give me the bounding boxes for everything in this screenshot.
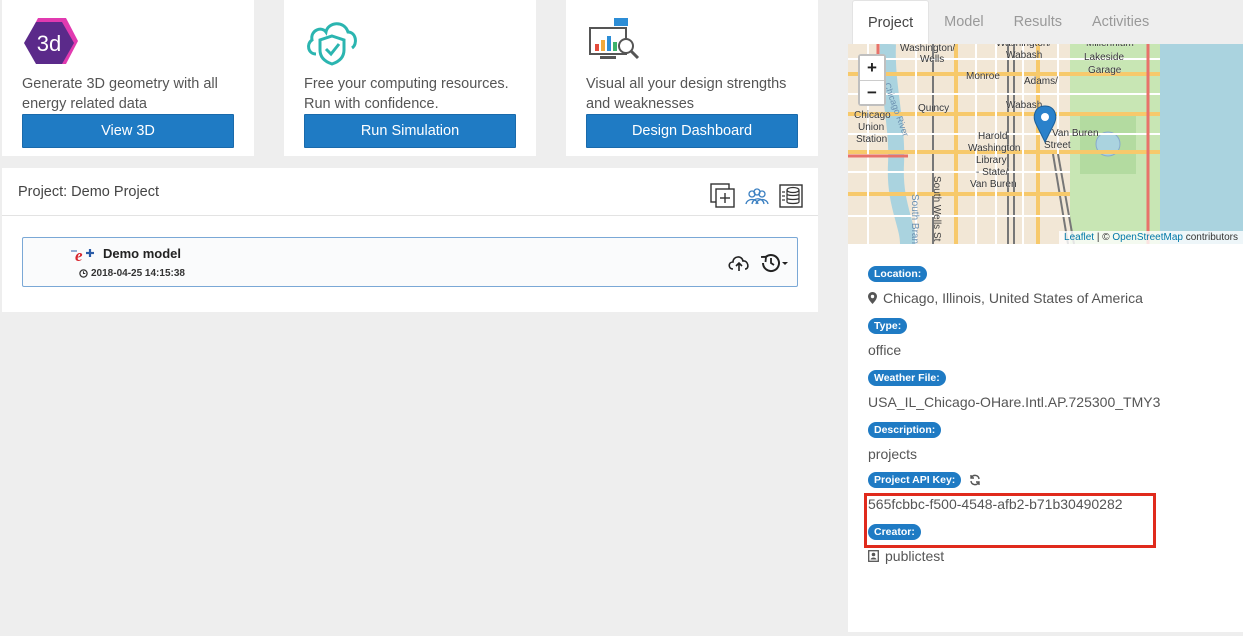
location-text: Chicago, Illinois, United States of Amer… (883, 290, 1143, 306)
zoom-in-button[interactable]: + (860, 56, 884, 80)
svg-text:Street: Street (1044, 140, 1071, 151)
svg-text:Library: Library (976, 155, 1007, 166)
card-description: Visual all your design strengths and wea… (586, 76, 787, 112)
card-description: Generate 3D geometry with all energy rel… (22, 76, 218, 112)
tab-activities[interactable]: Activities (1077, 0, 1164, 44)
svg-text:Washington/: Washington/ (996, 44, 1051, 49)
attribution-separator: | © (1096, 232, 1110, 243)
svg-text:Washington/: Washington/ (900, 44, 955, 54)
project-title: Project: Demo Project (18, 184, 160, 200)
project-panel: Project: Demo Project e Demo model 2018-… (2, 168, 818, 312)
svg-text:Adams/: Adams/ (1024, 76, 1058, 87)
svg-text:3d: 3d (37, 31, 61, 56)
svg-text:Station: Station (856, 134, 887, 145)
tab-bar: Project Model Results Activities (848, 0, 1243, 44)
svg-text:Washington: Washington (968, 143, 1020, 154)
card-description: Free your computing resources. Run with … (304, 76, 509, 112)
openstreetmap-link[interactable]: OpenStreetMap (1112, 232, 1183, 243)
feature-card-dashboard: Visual all your design strengths and wea… (566, 0, 818, 156)
design-dashboard-button[interactable]: Design Dashboard (586, 114, 798, 148)
svg-text:Wells: Wells (920, 54, 944, 65)
view-3d-button[interactable]: View 3D (22, 114, 234, 148)
team-icon[interactable] (744, 183, 770, 209)
svg-text:Lakeside: Lakeside (1084, 52, 1124, 63)
add-model-icon[interactable] (710, 183, 736, 209)
svg-text:Wabash: Wabash (1006, 50, 1042, 61)
run-simulation-button[interactable]: Run Simulation (304, 114, 516, 148)
history-dropdown-icon[interactable] (759, 252, 789, 274)
timestamp-text: 2018-04-25 14:15:38 (91, 268, 185, 279)
project-details: Washington/ Wells Washington/ Wabash Mil… (848, 44, 1243, 632)
map-pin-icon (868, 292, 877, 304)
svg-text:Van Buren: Van Buren (970, 179, 1017, 190)
leaflet-link[interactable]: Leaflet (1064, 232, 1094, 243)
svg-text:Millennium: Millennium (1086, 44, 1134, 49)
dashboard-chart-icon (589, 18, 640, 60)
map-attribution: Leaflet | © OpenStreetMap contributors (1059, 231, 1243, 244)
cloud-shield-icon (307, 22, 357, 66)
svg-text:Monroe: Monroe (966, 71, 1000, 82)
project-sidebar: Project Model Results Activities Washing… (848, 0, 1243, 636)
tab-model[interactable]: Model (929, 0, 999, 44)
description-value: projects (868, 446, 918, 462)
feature-card-3d: 3d Generate 3D geometry with all energy … (2, 0, 254, 156)
svg-text:Union: Union (858, 122, 884, 133)
zoom-out-button[interactable]: − (860, 80, 884, 104)
model-timestamp: 2018-04-25 14:15:38 (79, 268, 185, 279)
location-label: Location: (868, 266, 928, 282)
svg-text:Garage: Garage (1088, 65, 1122, 76)
map-zoom-control: + − (858, 54, 886, 106)
svg-text:Harold: Harold (978, 131, 1007, 142)
model-name: Demo model (103, 246, 182, 261)
type-label: Type: (868, 318, 908, 334)
cloud-upload-icon[interactable] (727, 253, 751, 273)
description-label: Description: (868, 422, 942, 438)
weather-file-value: USA_IL_Chicago-OHare.Intl.AP.725300_TMY3 (868, 394, 1161, 410)
attribution-tail: contributors (1185, 232, 1238, 243)
refresh-icon[interactable] (969, 474, 981, 486)
api-key-highlight-box (864, 493, 1156, 548)
svg-text:Quincy: Quincy (918, 103, 949, 114)
svg-text:South Branch: South Branch (909, 194, 920, 244)
weather-file-label: Weather File: (868, 370, 946, 386)
energyplus-logo-icon: e (71, 246, 94, 264)
tab-project[interactable]: Project (852, 0, 930, 44)
3d-hexagon-icon: 3d (24, 18, 78, 64)
database-icon[interactable] (778, 183, 804, 209)
contact-card-icon (868, 550, 879, 562)
creator-value: publictest (868, 548, 1228, 564)
api-key-label: Project API Key: (868, 472, 962, 488)
tab-results[interactable]: Results (999, 0, 1077, 44)
type-value: office (868, 342, 902, 358)
svg-text:South Wells St: South Wells St (931, 176, 942, 242)
project-header: Project: Demo Project (2, 168, 818, 216)
location-map[interactable]: Washington/ Wells Washington/ Wabash Mil… (848, 44, 1243, 244)
model-item[interactable]: e Demo model 2018-04-25 14:15:38 (22, 237, 798, 287)
feature-card-simulation: Free your computing resources. Run with … (284, 0, 536, 156)
svg-text:- State/: - State/ (976, 167, 1008, 178)
svg-text:Chicago: Chicago (854, 110, 891, 121)
location-value: Chicago, Illinois, United States of Amer… (868, 290, 1228, 306)
svg-text:e: e (75, 246, 83, 264)
map-tiles: Washington/ Wells Washington/ Wabash Mil… (848, 44, 1243, 244)
creator-text: publictest (885, 548, 945, 564)
clock-icon (79, 269, 88, 278)
svg-text:Van Buren: Van Buren (1052, 128, 1099, 139)
